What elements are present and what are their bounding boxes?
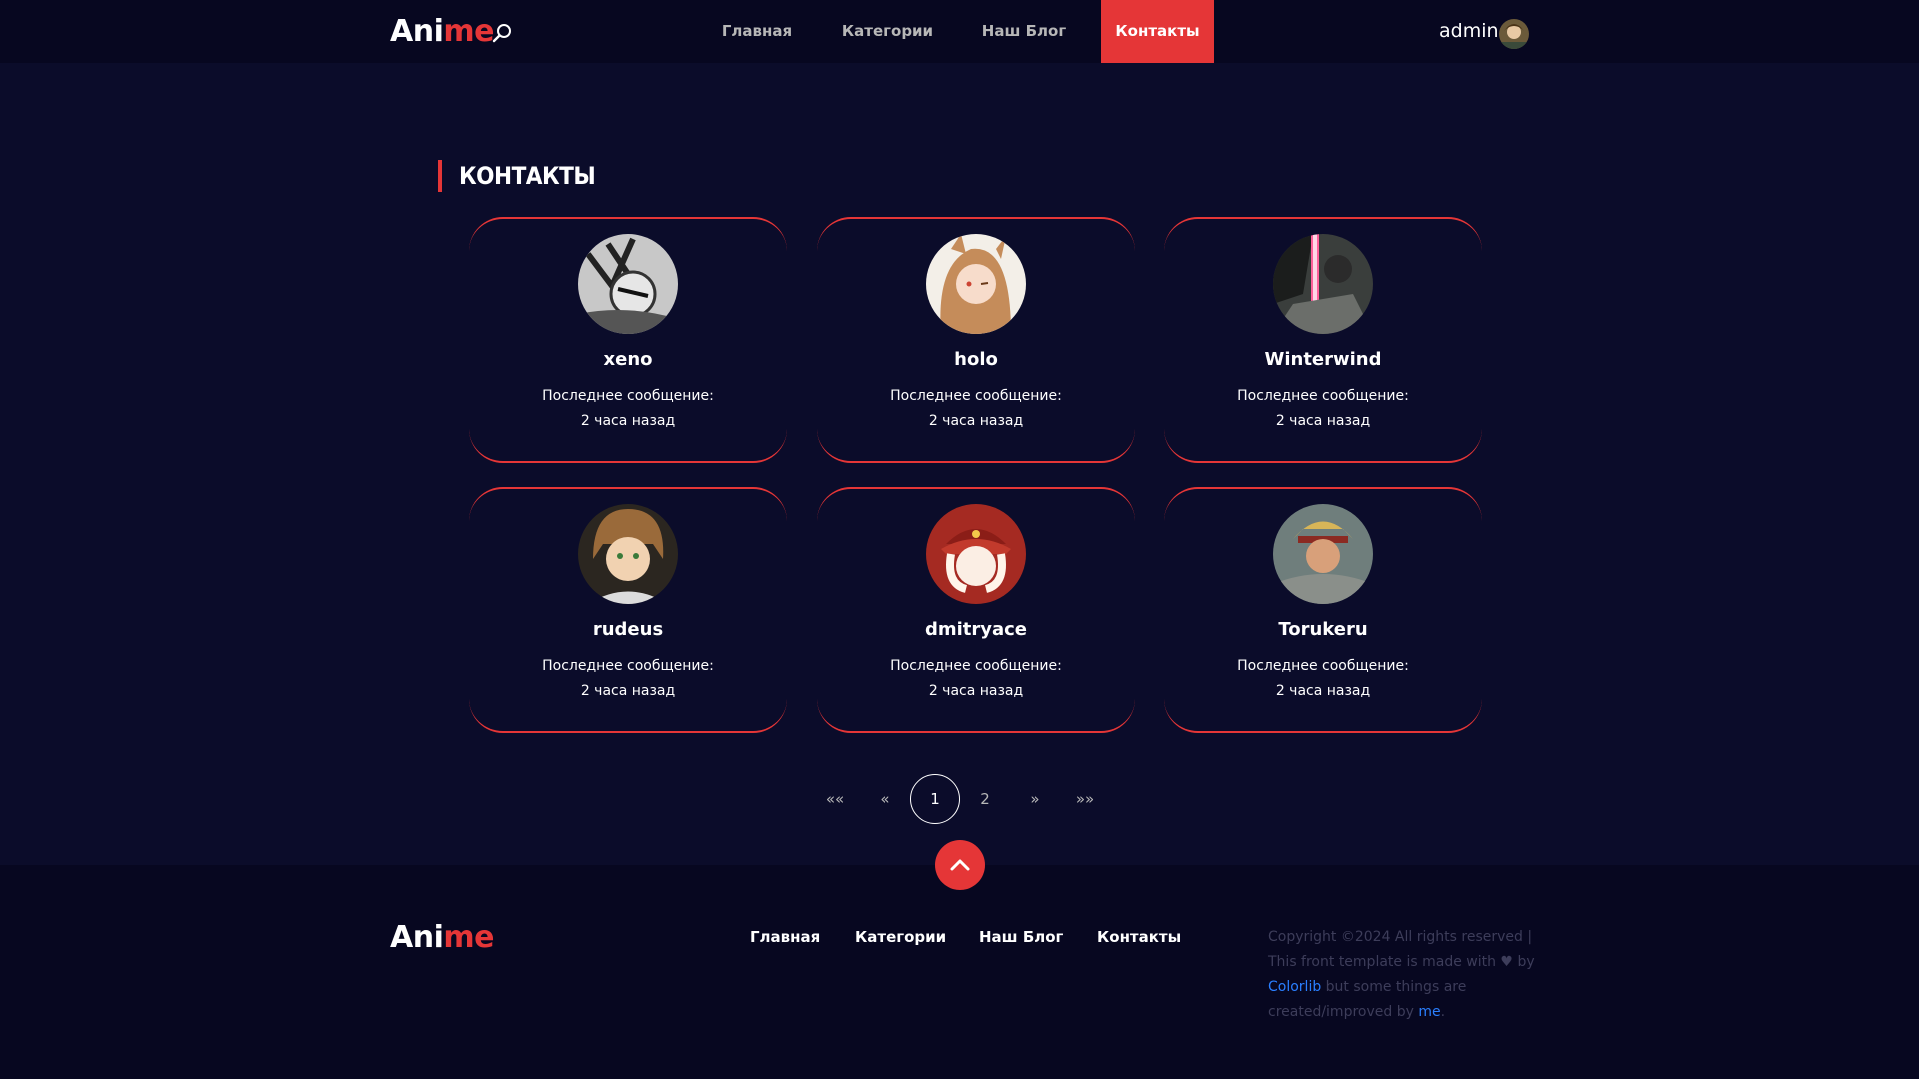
avatar — [578, 504, 678, 604]
site-logo[interactable]: Anime — [390, 12, 494, 52]
footer-link-categories[interactable]: Категории — [855, 928, 946, 946]
pagination-next[interactable]: » — [1010, 774, 1060, 824]
me-link[interactable]: me — [1418, 1004, 1440, 1020]
last-message-time: 2 часа назад — [928, 683, 1024, 699]
contact-card-holo[interactable]: holo Последнее сообщение: 2 часа назад — [817, 217, 1135, 463]
last-message-label: Последнее сообщение: — [542, 658, 714, 674]
avatar — [1273, 234, 1373, 334]
contact-last-message: Последнее сообщение: 2 часа назад — [817, 654, 1135, 704]
last-message-time: 2 часа назад — [1275, 683, 1371, 699]
user-avatar[interactable] — [1499, 19, 1529, 49]
contact-name: rudeus — [592, 619, 664, 640]
last-message-label: Последнее сообщение: — [542, 388, 714, 404]
pagination-page-1[interactable]: 1 — [910, 774, 960, 824]
pagination-last[interactable]: »» — [1060, 774, 1110, 824]
logo-text-ani: Ani — [390, 920, 444, 955]
scroll-top-button[interactable] — [935, 840, 985, 890]
avatar — [926, 504, 1026, 604]
copyright-text: Copyright ©2024 All rights reserved | Th… — [1268, 925, 1538, 1025]
footer-logo[interactable]: Anime — [390, 920, 494, 955]
avatar — [1273, 504, 1373, 604]
pagination-first[interactable]: «« — [810, 774, 860, 824]
logo-text-me: me — [443, 920, 494, 955]
contact-name: dmitryace — [924, 619, 1028, 640]
nav-contacts[interactable]: Контакты — [1101, 0, 1214, 63]
contact-last-message: Последнее сообщение: 2 часа назад — [1164, 654, 1482, 704]
last-message-time: 2 часа назад — [1275, 413, 1371, 429]
site-header: Anime Главная Категории Наш Блог Контакт… — [0, 0, 1919, 63]
logo-text-me: me — [443, 14, 494, 49]
heart-icon: ♥ — [1500, 954, 1513, 970]
colorlib-link[interactable]: Colorlib — [1268, 979, 1321, 995]
copyright-end: . — [1440, 1004, 1446, 1020]
contact-last-message: Последнее сообщение: 2 часа назад — [817, 384, 1135, 434]
contact-last-message: Последнее сообщение: 2 часа назад — [1164, 384, 1482, 434]
contact-card-winterwind[interactable]: Winterwind Последнее сообщение: 2 часа н… — [1164, 217, 1482, 463]
footer-link-contacts[interactable]: Контакты — [1097, 928, 1181, 946]
page-title: КОНТАКТЫ — [438, 160, 596, 192]
contact-name: Winterwind — [1264, 349, 1382, 370]
contact-name: xeno — [603, 349, 653, 370]
last-message-label: Последнее сообщение: — [890, 388, 1062, 404]
nav-blog[interactable]: Наш Блог — [973, 0, 1075, 63]
footer-link-home[interactable]: Главная — [750, 928, 820, 946]
contact-name: holo — [954, 349, 998, 370]
avatar — [926, 234, 1026, 334]
user-name[interactable]: admin — [1439, 20, 1499, 42]
contact-card-torukeru[interactable]: Torukeru Последнее сообщение: 2 часа наз… — [1164, 487, 1482, 733]
contact-last-message: Последнее сообщение: 2 часа назад — [469, 654, 787, 704]
last-message-time: 2 часа назад — [580, 413, 676, 429]
chevron-up-icon — [950, 859, 970, 871]
contact-last-message: Последнее сообщение: 2 часа назад — [469, 384, 787, 434]
pagination-prev[interactable]: « — [860, 774, 910, 824]
footer-link-blog[interactable]: Наш Блог — [979, 928, 1063, 946]
copyright-part-2: by — [1517, 954, 1535, 970]
logo-text-ani: Ani — [390, 14, 444, 49]
contact-card-xeno[interactable]: xeno Последнее сообщение: 2 часа назад — [469, 217, 787, 463]
contact-name: Torukeru — [1278, 619, 1368, 640]
last-message-label: Последнее сообщение: — [890, 658, 1062, 674]
copyright-part-1: Copyright ©2024 All rights reserved | Th… — [1268, 929, 1533, 970]
contact-card-dmitryace[interactable]: dmitryace Последнее сообщение: 2 часа на… — [817, 487, 1135, 733]
nav-home[interactable]: Главная — [711, 0, 803, 63]
last-message-label: Последнее сообщение: — [1237, 658, 1409, 674]
site-footer: Anime Главная Категории Наш Блог Контакт… — [0, 865, 1919, 1079]
pagination-page-2[interactable]: 2 — [960, 774, 1010, 824]
nav-categories[interactable]: Категории — [836, 0, 939, 63]
last-message-label: Последнее сообщение: — [1237, 388, 1409, 404]
search-icon[interactable] — [492, 22, 514, 44]
avatar — [578, 234, 678, 334]
last-message-time: 2 часа назад — [928, 413, 1024, 429]
contact-card-rudeus[interactable]: rudeus Последнее сообщение: 2 часа назад — [469, 487, 787, 733]
last-message-time: 2 часа назад — [580, 683, 676, 699]
